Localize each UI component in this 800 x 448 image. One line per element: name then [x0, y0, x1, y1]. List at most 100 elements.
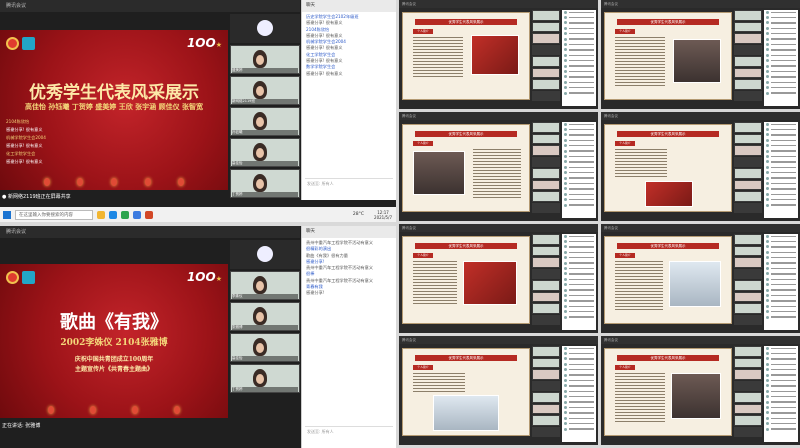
share-status: ● 新网络2119班正在屏幕共享 [2, 194, 71, 200]
chat-message: 感谢分享! [306, 290, 325, 296]
slide-tag: 个人简介 [615, 365, 635, 370]
taskbar-search-input[interactable]: 在这里输入你要搜索的内容 [15, 209, 93, 220]
slide-names: 高佳怡 孙钰曦 丁贺婷 盛美婷 王欣 张宇涵 顾佳仪 张智宽 [24, 102, 204, 111]
window-title: 腾讯会议 [0, 226, 300, 238]
overlay-line: 机械学院学生会2004 [6, 135, 46, 140]
host-tile[interactable] [230, 240, 300, 269]
profile-slide: 优秀学生代表风采展示 个人简介 [604, 236, 732, 324]
video-tile[interactable]: 丁贺婷 [230, 169, 300, 198]
video-strip [734, 10, 762, 102]
video-tile[interactable]: 丁贺婷 [230, 364, 300, 393]
video-column: 李姝仪 张雅博 高佳怡 丁贺婷 [230, 240, 300, 395]
slide-banner: 优秀学生代表风采展示 [617, 243, 719, 249]
window-title: 腾讯会议 [399, 224, 598, 232]
meeting-app-icon[interactable] [133, 210, 141, 219]
collage: 腾讯会议 1OO★ 优秀学生代表风采展示 高佳怡 孙钰曦 丁贺婷 盛美婷 王欣 … [0, 0, 800, 448]
student-photo [413, 151, 465, 195]
slide-subtitle-2: 主题宣传片《共青春主题曲》 [74, 366, 153, 373]
student-photo [645, 181, 693, 207]
powerpoint-icon[interactable] [145, 210, 153, 219]
slide-title: 优秀学生代表风采展示 [29, 83, 199, 103]
centenary-logo-icon: 1OO★ [186, 36, 222, 50]
window-title: 腾讯会议 [601, 224, 800, 232]
video-tile[interactable]: 盛美婷 [230, 45, 300, 74]
profile-slide: 优秀学生代表风采展示 个人简介 [402, 348, 530, 436]
member-list [562, 122, 596, 218]
presentation-slide: 1OO★ 歌曲《有我》 2002李姝仪 2104张雅博 庆祝中国共青团成立100… [0, 264, 228, 418]
member-list [562, 234, 596, 330]
slide-banner: 优秀学生代表风采展示 [415, 355, 517, 361]
grid-screenshot: 腾讯会议 优秀学生代表风采展示 个人简介 [399, 0, 598, 109]
windows-taskbar: 在这里输入你要搜索的内容 28°C 12:17 2021/5/7 [0, 207, 396, 222]
chat-recipient-select[interactable]: 发送至: 所有人 [305, 427, 393, 437]
video-tile[interactable]: 高佳怡 [230, 333, 300, 362]
grid-screenshot: 腾讯会议 优秀学生代表风采展示 个人简介 [399, 112, 598, 221]
screenshot-grid: 腾讯会议 优秀学生代表风采展示 个人简介 腾讯会议 优秀学生代表风采展示 个人简… [399, 0, 800, 448]
member-list [764, 346, 798, 442]
video-strip [532, 234, 560, 326]
temperature: 28°C [352, 212, 365, 217]
slide-subtitle-1: 庆祝中国共青团成立100周年 [74, 356, 154, 363]
chat-panel: 聊天 历史学院学生会2102年级班 感谢分享! 很有意义 2104陈欣怡 感谢分… [301, 0, 396, 200]
slide-tag: 个人简介 [615, 141, 635, 146]
school-logo-icon [6, 37, 19, 50]
student-photo [471, 35, 519, 75]
member-list [562, 10, 596, 106]
slide-banner: 优秀学生代表风采展示 [415, 131, 517, 137]
centenary-logo-icon: 1OO★ [186, 270, 222, 284]
slide-banner: 优秀学生代表风采展示 [415, 19, 517, 25]
taskbar-clock: 12:17 2021/5/7 [374, 210, 392, 220]
lantern-decoration [30, 392, 198, 414]
lantern-decoration [30, 164, 198, 186]
member-list [764, 122, 798, 218]
windows-start-icon[interactable] [3, 210, 11, 219]
grid-screenshot: 腾讯会议 优秀学生代表风采展示 个人简介 [601, 112, 800, 221]
chat-title: 聊天 [302, 0, 396, 12]
slide-banner: 优秀学生代表风采展示 [415, 243, 517, 249]
window-title: 腾讯会议 [0, 0, 300, 12]
window-title: 腾讯会议 [601, 336, 800, 344]
chat-input-area: 发送至: 所有人 [305, 426, 393, 446]
window-title: 腾讯会议 [601, 112, 800, 120]
window-title: 腾讯会议 [399, 0, 598, 8]
profile-slide: 优秀学生代表风采展示 个人简介 [604, 348, 732, 436]
clock-date: 2021/5/7 [374, 214, 392, 220]
overlay-line: 化工学院学生会 [6, 151, 36, 156]
host-tile[interactable] [230, 14, 300, 43]
video-strip [532, 122, 560, 214]
video-tile[interactable]: 李姝仪 [230, 271, 300, 300]
student-photo [673, 39, 721, 83]
overlay-line: 感谢分享! 很有意义 [6, 143, 43, 148]
folder-icon[interactable] [97, 210, 105, 219]
performers: 2002李姝仪 2104张雅博 [60, 338, 168, 348]
slide-banner: 优秀学生代表风采展示 [617, 131, 719, 137]
window-title: 腾讯会议 [399, 336, 598, 344]
browser-icon[interactable] [109, 210, 117, 219]
wechat-icon[interactable] [121, 210, 129, 219]
member-list [764, 234, 798, 330]
student-photo [433, 395, 499, 431]
logos [6, 271, 35, 284]
chat-message: 感谢分享! 很有意义 [306, 70, 343, 76]
avatar-icon [257, 20, 273, 36]
video-strip [734, 346, 762, 438]
window-title: 腾讯会议 [601, 0, 800, 8]
video-tile[interactable]: 新网络2119班 [230, 76, 300, 105]
chat-recipient-select[interactable]: 发送至: 所有人 [305, 179, 393, 189]
slide-tag: 个人简介 [413, 253, 433, 258]
presentation-slide: 1OO★ 优秀学生代表风采展示 高佳怡 孙钰曦 丁贺婷 盛美婷 王欣 张宇涵 顾… [0, 30, 228, 190]
chat-panel: 聊天 贵州中重汽车工程学院不活动有意义 很精彩的演出 歌曲《有我》很有力量 感谢… [301, 226, 396, 448]
profile-slide: 优秀学生代表风采展示 个人简介 [604, 124, 732, 212]
video-tile[interactable]: 孙钰曦 [230, 107, 300, 136]
video-tile[interactable]: 张雅博 [230, 302, 300, 331]
slide-banner: 优秀学生代表风采展示 [617, 19, 719, 25]
video-tile[interactable]: 高佳怡 [230, 138, 300, 167]
profile-slide: 优秀学生代表风采展示 个人简介 [402, 236, 530, 324]
chat-messages: 贵州中重汽车工程学院不活动有意义 很精彩的演出 歌曲《有我》很有力量 感谢分享!… [302, 238, 396, 299]
school-logo-icon [6, 271, 19, 284]
grid-screenshot: 腾讯会议 优秀学生代表风采展示 个人简介 [399, 336, 598, 445]
student-photo [669, 261, 721, 307]
slide-tag: 个人简介 [413, 29, 433, 34]
overlay-line: 2104陈欣怡 [6, 119, 30, 124]
slide-banner: 优秀学生代表风采展示 [617, 355, 719, 361]
